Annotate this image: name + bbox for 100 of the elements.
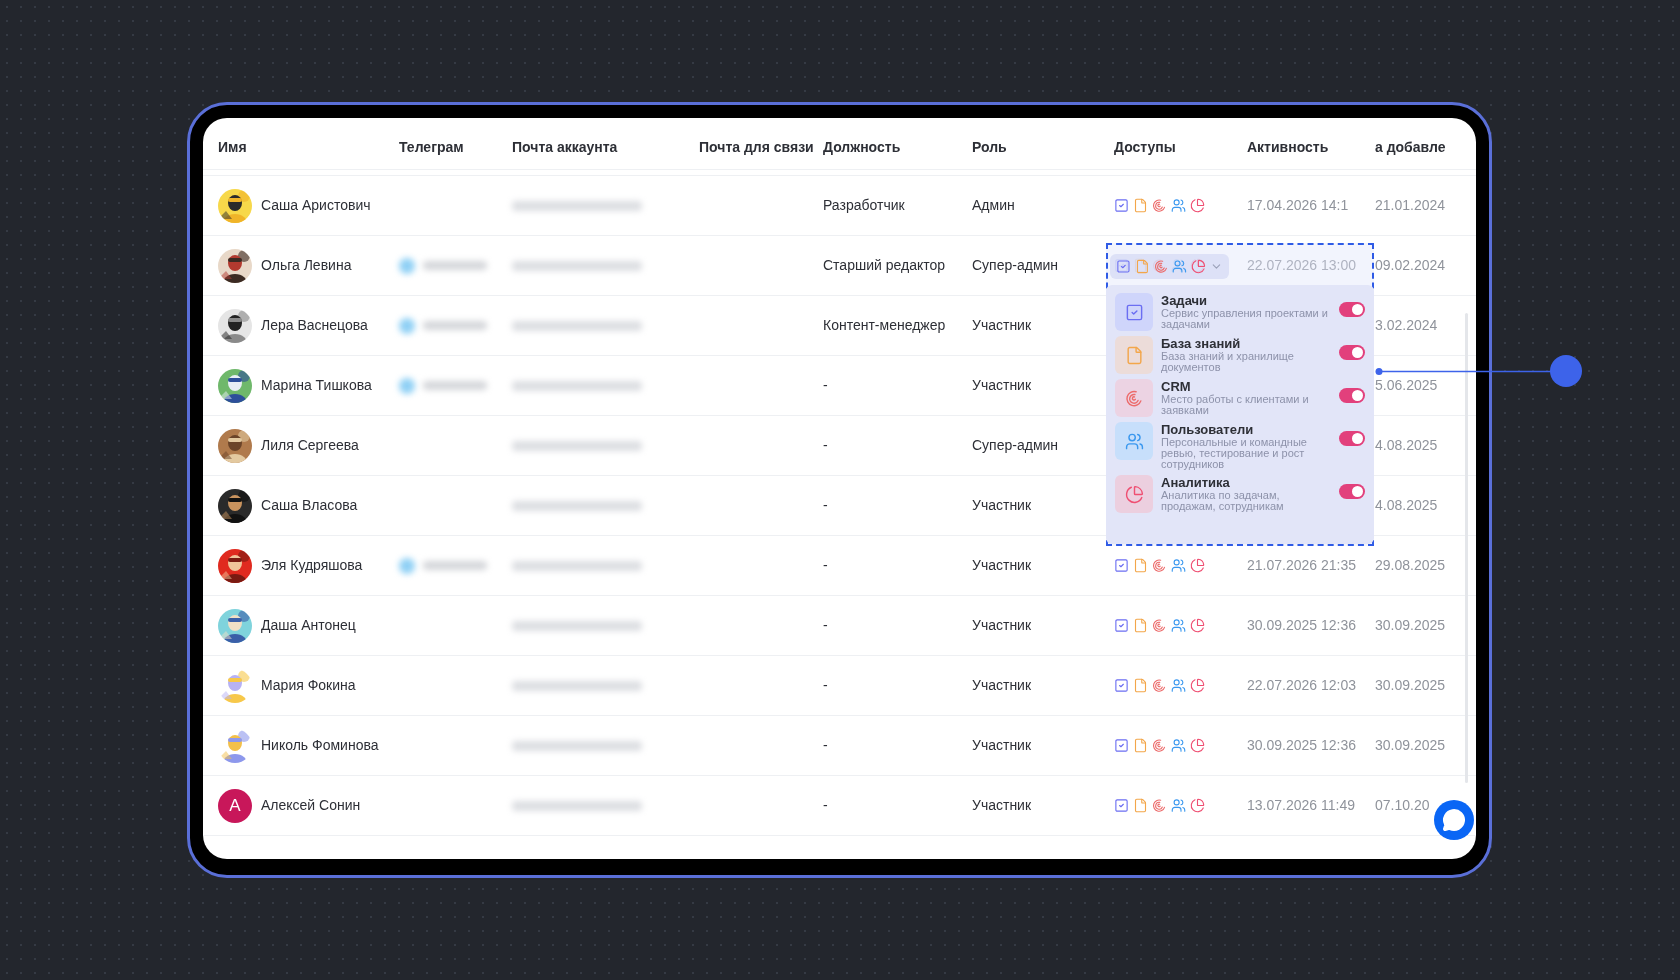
position-cell: -: [823, 557, 828, 573]
user-name: Николь Фоминова: [261, 736, 379, 755]
pie-chart-icon: [1190, 618, 1205, 633]
pie-chart-icon: [1190, 738, 1205, 753]
service-title: База знаний: [1161, 336, 1242, 351]
pie-chart-icon: [1190, 198, 1205, 213]
pie-chart-icon: [1190, 558, 1205, 573]
role-cell: Админ: [972, 197, 1015, 213]
role-cell: Участник: [972, 797, 1032, 813]
user-name: Мария Фокина: [261, 676, 356, 695]
column-header: Активность: [1247, 139, 1329, 155]
activity-cell: 30.09.2025 12:36: [1247, 737, 1356, 753]
position-cell: -: [823, 737, 828, 753]
checkbox-icon: [1114, 798, 1129, 813]
position-cell: Старший редактор: [823, 257, 946, 273]
date-cell: 4.08.2025: [1375, 497, 1438, 513]
service-description: Сервис управления проектами и задачами: [1161, 308, 1329, 330]
swirl-icon: [1152, 558, 1167, 573]
position-cell: -: [823, 797, 828, 813]
role-cell: Участник: [972, 377, 1032, 393]
toggle-switch[interactable]: [1339, 431, 1365, 446]
swirl-icon: [1152, 678, 1167, 693]
position-cell: Разработчик: [823, 197, 905, 213]
user-name: Саша Власова: [261, 496, 358, 515]
pie-chart-icon: [1191, 259, 1207, 274]
date-cell: 30.09.2025: [1375, 677, 1446, 693]
user-name: Эля Кудряшова: [261, 556, 363, 575]
role-cell: Участник: [972, 497, 1032, 513]
role-cell: Участник: [972, 737, 1032, 753]
column-header: Почта для связи: [699, 139, 814, 155]
document-icon: [1133, 798, 1148, 813]
position-cell: Контент-менеджер: [823, 317, 946, 333]
pie-chart-icon: [1124, 484, 1144, 504]
users-icon: [1171, 738, 1186, 753]
column-header: Телеграм: [399, 139, 464, 155]
column-header: Почта аккаунта: [512, 139, 618, 155]
activity-cell: 21.07.2026 21:35: [1247, 557, 1356, 573]
column-header: Доступы: [1114, 139, 1176, 155]
document-icon: [1133, 738, 1148, 753]
date-cell: 3.02.2024: [1375, 317, 1438, 333]
users-icon: [1171, 198, 1186, 213]
date-cell: 07.10.20: [1375, 797, 1430, 813]
toggle-switch[interactable]: [1339, 345, 1365, 360]
column-header: Имя: [218, 139, 247, 155]
user-name: Ольга Левина: [261, 256, 352, 275]
document-icon: [1124, 345, 1144, 365]
user-name: Лера Васнецова: [261, 316, 368, 335]
chat-icon: [1442, 808, 1466, 832]
service-description: База знаний и хранилище документов: [1161, 351, 1295, 373]
checkbox-icon: [1124, 302, 1144, 322]
users-icon: [1171, 558, 1186, 573]
position-cell: -: [823, 497, 828, 513]
date-cell: 09.02.2024: [1375, 257, 1446, 273]
position-cell: -: [823, 617, 828, 633]
activity-cell: 17.04.2026 14:1: [1247, 197, 1349, 213]
avatar: А: [218, 788, 252, 823]
toggle-switch[interactable]: [1339, 302, 1365, 317]
position-cell: -: [823, 437, 828, 453]
document-icon: [1133, 618, 1148, 633]
user-name: Алексей Сонин: [261, 796, 361, 815]
date-cell: 30.09.2025: [1375, 737, 1446, 753]
activity-cell: 13.07.2026 11:49: [1247, 797, 1355, 813]
activity-cell: 22.07.2026 12:03: [1247, 677, 1356, 693]
user-name: Даша Антонец: [261, 616, 356, 635]
date-cell: 5.06.2025: [1375, 377, 1438, 393]
date-cell: 21.01.2024: [1375, 197, 1446, 213]
user-name: Марина Тишкова: [261, 376, 372, 395]
users-icon: [1171, 798, 1186, 813]
role-cell: Участник: [972, 677, 1032, 693]
pie-chart-icon: [1190, 678, 1205, 693]
role-cell: Участник: [972, 317, 1032, 333]
position-cell: -: [823, 677, 828, 693]
role-cell: Супер-админ: [972, 257, 1059, 273]
users-icon: [1171, 678, 1186, 693]
activity-cell: 22.07.2026 13:00: [1247, 257, 1356, 273]
chat-button[interactable]: [1434, 800, 1474, 840]
service-title: CRM: [1161, 379, 1192, 394]
document-icon: [1133, 198, 1148, 213]
checkbox-icon: [1114, 738, 1129, 753]
checkbox-icon: [1114, 198, 1129, 213]
toggle-switch[interactable]: [1339, 484, 1365, 499]
date-cell: 29.08.2025: [1375, 557, 1446, 573]
checkbox-icon: [1114, 618, 1129, 633]
user-name: Лиля Сергеева: [261, 436, 359, 455]
service-title: Задачи: [1161, 293, 1209, 308]
swirl-icon: [1152, 738, 1167, 753]
checkbox-icon: [1114, 558, 1129, 573]
toggle-switch[interactable]: [1339, 388, 1365, 403]
role-cell: Супер-админ: [972, 437, 1059, 453]
service-description: Персональные и командные ревью, тестирование и рост сотрудников: [1161, 437, 1308, 470]
checkbox-icon: [1114, 678, 1129, 693]
date-cell: 30.09.2025: [1375, 617, 1446, 633]
activity-cell: 30.09.2025 12:36: [1247, 617, 1356, 633]
role-cell: Участник: [972, 557, 1032, 573]
user-name: Саша Аристович: [261, 196, 371, 215]
service-title: Пользователи: [1161, 422, 1255, 437]
access-chip[interactable]: [1110, 254, 1229, 279]
column-header: Должность: [823, 139, 901, 155]
swirl-icon: [1152, 618, 1167, 633]
users-icon: [1124, 431, 1144, 451]
